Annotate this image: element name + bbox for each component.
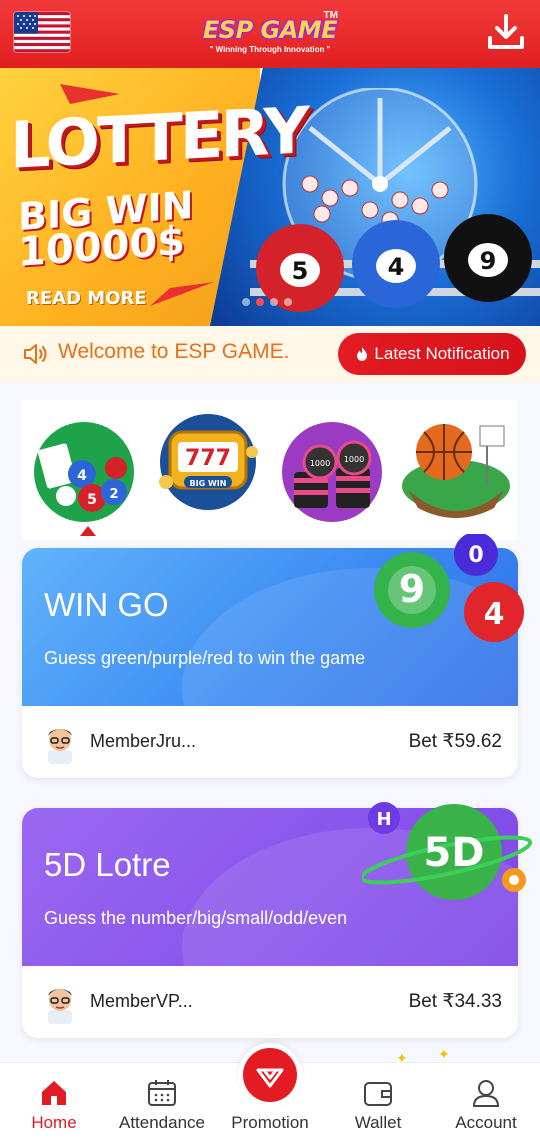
category-lottery[interactable]: 4 5 2 [26,412,142,536]
game-card-footer: MemberJru... Bet ₹59.62 [22,706,518,778]
active-category-marker [80,526,96,536]
nav-label: Wallet [354,1113,402,1132]
nav-label: Promotion [231,1113,309,1132]
carousel-dot[interactable] [284,298,292,306]
casino-chips-icon: 1000 1000 [282,422,382,522]
calendar-icon [148,1080,176,1106]
svg-text:9: 9 [480,247,497,275]
flame-icon [357,347,368,361]
ball-number: 4 [484,597,505,632]
basketball-icon [402,424,510,518]
notice-bar: Welcome to ESP GAME. Latest Notification [0,326,540,382]
game-description: Guess the number/big/small/odd/even [44,908,348,928]
avatar [48,729,72,764]
5d-label: 5D [423,830,484,876]
avatar [48,989,72,1024]
nav-home[interactable]: Home [0,1063,108,1142]
svg-text:4: 4 [77,468,87,484]
home-icon [42,1081,66,1105]
bet-amount: Bet ₹59.62 [408,731,502,752]
5d-planet-icon: H 5D [362,802,532,900]
svg-text:BIG WIN: BIG WIN [190,479,227,488]
carousel-dot[interactable] [242,298,250,306]
app-header: ESP GAME TM " Winning Through Innovation… [0,0,540,68]
promo-banner[interactable]: 5 4 9 LOTTERY BIG WIN 10000$ READ MORE [0,68,540,326]
download-icon[interactable] [486,12,526,52]
promotion-button[interactable] [238,1043,302,1107]
member-name: MemberJru... [90,731,197,751]
wallet-icon [364,1082,392,1106]
paper-plane-icon [150,282,214,306]
nav-account[interactable]: Account [432,1063,540,1142]
number-balls-icon: 0 9 4 [374,534,524,642]
member-name: MemberVP... [90,991,193,1011]
game-title: WIN GO [44,586,169,623]
svg-text:2: 2 [109,487,118,502]
svg-text:5: 5 [87,492,97,508]
latest-notification-button[interactable]: Latest Notification [338,333,526,375]
logo-trademark: TM [323,10,338,21]
game-category-strip: 4 5 2 777 BIG WIN 1000 1000 [22,400,518,540]
svg-text:5: 5 [292,257,309,285]
bottom-navigation: Home Attendance Promotion Wallet Account [0,1043,540,1142]
logo-title: ESP GAME [202,16,338,44]
carousel-dot[interactable] [270,298,278,306]
game-description: Guess green/purple/red to win the game [44,648,366,668]
us-flag-icon[interactable] [14,12,70,52]
lottery-balls-icon: 4 5 2 [34,422,134,522]
nav-label: Account [455,1113,517,1132]
banner-title: LOTTERY [10,94,307,184]
svg-text:4: 4 [388,253,405,281]
latest-notification-label: Latest Notification [374,344,510,363]
ball-number: 9 [399,567,425,611]
app-logo: ESP GAME TM " Winning Through Innovation… [190,8,350,62]
svg-text:1000: 1000 [344,455,364,464]
promotion-button-inner [243,1048,297,1102]
nav-wallet[interactable]: Wallet [324,1063,432,1142]
category-sports[interactable] [398,412,514,528]
badge-letter: H [376,809,391,830]
bet-amount: Bet ₹34.33 [408,991,502,1012]
game-card-win-go[interactable]: WIN GO Guess green/purple/red to win the… [22,534,524,778]
game-card-footer: MemberVP... Bet ₹34.33 [22,966,518,1038]
nav-promotion[interactable]: Promotion [216,1043,324,1142]
read-more-link[interactable]: READ MORE [26,288,147,309]
svg-text:777: 777 [185,446,231,471]
ball-number: 0 [468,543,483,568]
nav-label: Home [31,1113,77,1132]
nav-label: Attendance [118,1113,205,1132]
svg-text:1000: 1000 [310,459,330,468]
diamond-icon [256,1068,284,1088]
category-casino[interactable]: 1000 1000 [274,412,390,528]
slot-machine-icon: 777 BIG WIN [159,414,258,510]
category-slots[interactable]: 777 BIG WIN [150,412,266,528]
game-card-5d-lotre[interactable]: 5D Lotre Guess the number/big/small/odd/… [22,802,532,1038]
game-title: 5D Lotre [44,846,171,883]
nav-attendance[interactable]: Attendance [108,1063,216,1142]
welcome-message: Welcome to ESP GAME. [58,340,290,363]
paper-plane-icon [60,84,120,104]
sparkle-icon: ✦ [438,1046,450,1062]
user-icon [472,1080,500,1107]
speaker-icon [24,344,47,364]
logo-tagline: " Winning Through Innovation " [209,45,331,54]
carousel-dot-active[interactable] [256,298,264,306]
carousel-dots [242,298,292,306]
